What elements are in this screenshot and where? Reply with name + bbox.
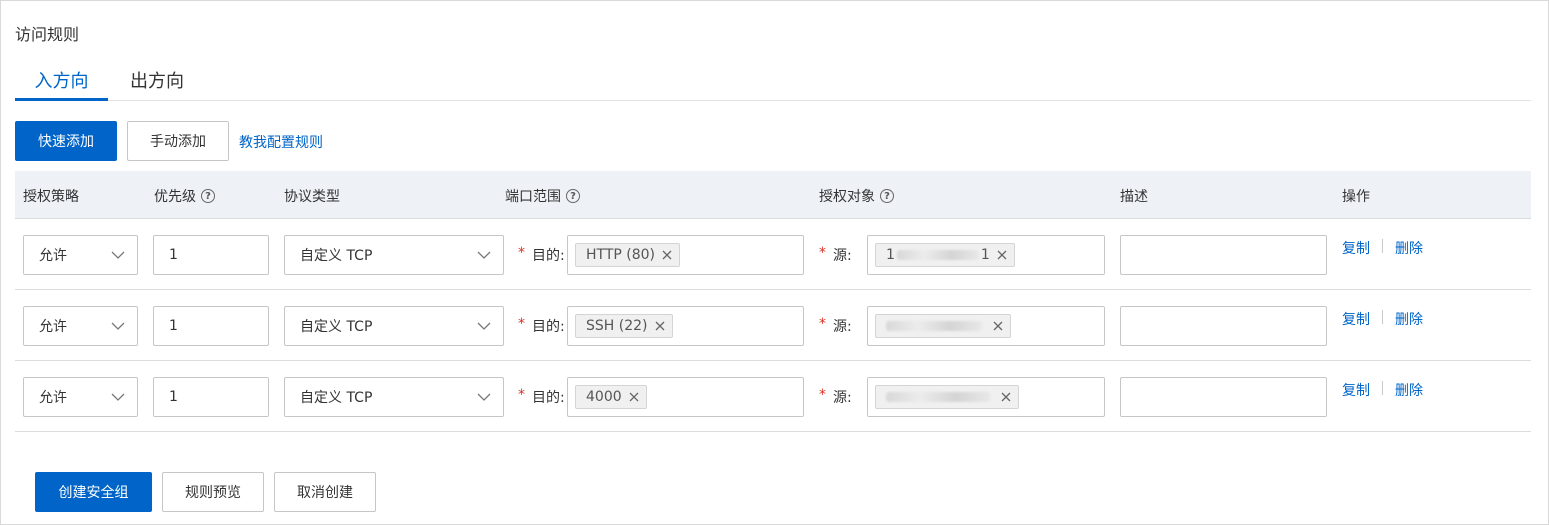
table-row: 允许 1 自定义 TCP * 目的: 4000 * 源: 复制 删除 bbox=[15, 361, 1531, 432]
copy-link[interactable]: 复制 bbox=[1342, 309, 1370, 329]
header-actions: 操作 bbox=[1342, 189, 1370, 205]
source-tag bbox=[875, 314, 1011, 338]
delete-link[interactable]: 删除 bbox=[1395, 238, 1423, 258]
dest-label: 目的: bbox=[532, 390, 565, 406]
required-mark: * bbox=[518, 316, 525, 332]
tab-outbound[interactable]: 出方向 bbox=[127, 67, 187, 101]
header-auth-object: 授权对象? bbox=[819, 186, 894, 206]
help-icon[interactable]: ? bbox=[880, 189, 894, 203]
auth-object-field[interactable]: 1 1 bbox=[867, 235, 1105, 275]
required-mark: * bbox=[518, 245, 525, 261]
delete-link[interactable]: 删除 bbox=[1395, 380, 1423, 400]
header-priority: 优先级? bbox=[154, 186, 215, 206]
divider bbox=[1382, 310, 1383, 324]
description-input[interactable] bbox=[1120, 235, 1327, 275]
help-icon[interactable]: ? bbox=[566, 189, 580, 203]
protocol-select[interactable]: 自定义 TCP bbox=[284, 235, 504, 275]
policy-select[interactable]: 允许 bbox=[23, 377, 138, 417]
port-range-field[interactable]: HTTP (80) bbox=[567, 235, 804, 275]
help-icon[interactable]: ? bbox=[201, 189, 215, 203]
chevron-down-icon bbox=[477, 393, 491, 401]
redacted-ip bbox=[896, 250, 979, 260]
description-input[interactable] bbox=[1120, 377, 1327, 417]
port-tag: SSH (22) bbox=[575, 314, 673, 338]
dest-label: 目的: bbox=[532, 319, 565, 335]
chevron-down-icon bbox=[111, 393, 125, 401]
close-icon[interactable] bbox=[992, 320, 1004, 332]
port-range-field[interactable]: 4000 bbox=[567, 377, 804, 417]
auth-object-field[interactable] bbox=[867, 377, 1105, 417]
description-input[interactable] bbox=[1120, 306, 1327, 346]
redacted-ip bbox=[886, 392, 990, 402]
table-header: 授权策略 优先级? 协议类型 端口范围? 授权对象? 描述 操作 bbox=[15, 171, 1531, 219]
close-icon[interactable] bbox=[628, 391, 640, 403]
protocol-select[interactable]: 自定义 TCP bbox=[284, 306, 504, 346]
policy-select[interactable]: 允许 bbox=[23, 235, 138, 275]
source-tag: 1 1 bbox=[875, 243, 1015, 267]
close-icon[interactable] bbox=[1000, 391, 1012, 403]
table-row: 允许 1 自定义 TCP * 目的: SSH (22) * 源: 复制 删除 bbox=[15, 290, 1531, 361]
manual-add-button[interactable]: 手动添加 bbox=[127, 121, 229, 161]
port-tag: 4000 bbox=[575, 385, 647, 409]
source-label: 源: bbox=[833, 319, 852, 335]
dialog-frame: 访问规则 入方向 出方向 快速添加 手动添加 教我配置规则 授权策略 优先级? … bbox=[0, 0, 1549, 525]
close-icon[interactable] bbox=[661, 249, 673, 261]
source-label: 源: bbox=[833, 248, 852, 264]
teach-config-link[interactable]: 教我配置规则 bbox=[239, 132, 323, 152]
cancel-create-button[interactable]: 取消创建 bbox=[274, 472, 376, 512]
page-title: 访问规则 bbox=[15, 25, 80, 44]
auth-object-field[interactable] bbox=[867, 306, 1105, 346]
delete-link[interactable]: 删除 bbox=[1395, 309, 1423, 329]
required-mark: * bbox=[518, 387, 525, 403]
table-row: 允许 1 自定义 TCP * 目的: HTTP (80) * 源: 1 1 复制… bbox=[15, 219, 1531, 290]
header-protocol: 协议类型 bbox=[284, 189, 340, 205]
copy-link[interactable]: 复制 bbox=[1342, 380, 1370, 400]
priority-input[interactable]: 1 bbox=[153, 235, 269, 275]
source-label: 源: bbox=[833, 390, 852, 406]
close-icon[interactable] bbox=[654, 320, 666, 332]
divider bbox=[1382, 239, 1383, 253]
create-security-group-button[interactable]: 创建安全组 bbox=[35, 472, 152, 512]
copy-link[interactable]: 复制 bbox=[1342, 238, 1370, 258]
chevron-down-icon bbox=[477, 322, 491, 330]
dest-label: 目的: bbox=[532, 248, 565, 264]
redacted-ip bbox=[886, 321, 982, 331]
header-port-range: 端口范围? bbox=[505, 186, 580, 206]
source-tag bbox=[875, 385, 1019, 409]
header-policy: 授权策略 bbox=[23, 189, 79, 205]
protocol-select[interactable]: 自定义 TCP bbox=[284, 377, 504, 417]
close-icon[interactable] bbox=[996, 249, 1008, 261]
port-range-field[interactable]: SSH (22) bbox=[567, 306, 804, 346]
direction-tabs: 入方向 出方向 bbox=[15, 61, 1531, 101]
chevron-down-icon bbox=[477, 251, 491, 259]
required-mark: * bbox=[819, 387, 826, 403]
divider bbox=[1382, 381, 1383, 395]
priority-input[interactable]: 1 bbox=[153, 306, 269, 346]
policy-select[interactable]: 允许 bbox=[23, 306, 138, 346]
priority-input[interactable]: 1 bbox=[153, 377, 269, 417]
tab-inbound[interactable]: 入方向 bbox=[15, 67, 108, 101]
chevron-down-icon bbox=[111, 322, 125, 330]
required-mark: * bbox=[819, 316, 826, 332]
header-description: 描述 bbox=[1120, 189, 1148, 205]
port-tag: HTTP (80) bbox=[575, 243, 681, 267]
rule-preview-button[interactable]: 规则预览 bbox=[162, 472, 264, 512]
quick-add-button[interactable]: 快速添加 bbox=[15, 121, 117, 161]
chevron-down-icon bbox=[111, 251, 125, 259]
required-mark: * bbox=[819, 245, 826, 261]
